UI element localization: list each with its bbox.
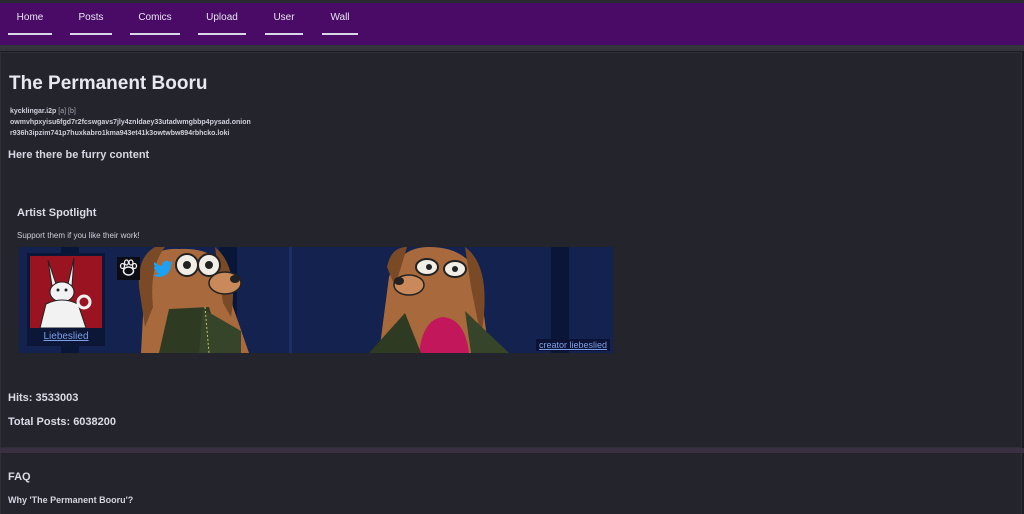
twitter-bird-icon[interactable] — [151, 257, 174, 280]
mirror-host: r936h3ipzim741p7huxkabro1kma943et41k3owt… — [10, 130, 230, 137]
mirror-link-loki[interactable]: r936h3ipzim741p7huxkabro1kma943et41k3owt… — [10, 130, 229, 137]
faq-question: Why 'The Permanent Booru'? — [8, 495, 134, 505]
creator-credit-link[interactable]: creator liebeslied — [536, 339, 611, 351]
faq-heading: FAQ — [8, 471, 31, 483]
page-title: The Permanent Booru — [9, 73, 208, 94]
nav-posts-link[interactable]: Posts — [70, 12, 112, 35]
total-posts-counter: Total Posts: 6038200 — [8, 416, 117, 428]
site-tagline: Here there be furry content — [8, 149, 150, 161]
faq-panel — [0, 453, 1022, 514]
artist-avatar — [30, 256, 102, 328]
mirror-host: kycklingar.i2p — [10, 108, 57, 115]
artist-avatar-card[interactable]: Liebeslied — [27, 253, 105, 346]
mirror-link-onion[interactable]: owmvhpxyisu6fgd7r2fcswgavs7jly4znldaey33… — [10, 119, 251, 126]
banner-illustration — [61, 247, 569, 353]
artist-name-link[interactable]: Liebeslied — [27, 331, 105, 342]
mirror-tags[interactable]: [a] [b] — [58, 108, 76, 115]
mirror-link-i2p[interactable]: kycklingar.i2p [a] [b] — [10, 108, 76, 115]
top-navbar: Home Posts Comics Upload User Wall — [0, 0, 1024, 45]
nav-comics-link[interactable]: Comics — [130, 12, 180, 35]
artist-banner[interactable]: Liebeslied creator liebeslied — [19, 247, 613, 353]
nav-wall-link[interactable]: Wall — [322, 12, 358, 35]
hits-counter: Hits: 3533003 — [8, 392, 79, 404]
nav-user-link[interactable]: User — [265, 12, 303, 35]
mirror-host: owmvhpxyisu6fgd7r2fcswgavs7jly4znldaey33… — [10, 119, 251, 126]
nav-home-link[interactable]: Home — [8, 12, 52, 35]
paw-icon[interactable] — [117, 257, 140, 280]
nav-upload-link[interactable]: Upload — [198, 12, 246, 35]
spotlight-subtitle: Support them if you like their work! — [17, 231, 140, 240]
nav-separator — [0, 45, 1024, 51]
spotlight-heading: Artist Spotlight — [17, 207, 97, 219]
